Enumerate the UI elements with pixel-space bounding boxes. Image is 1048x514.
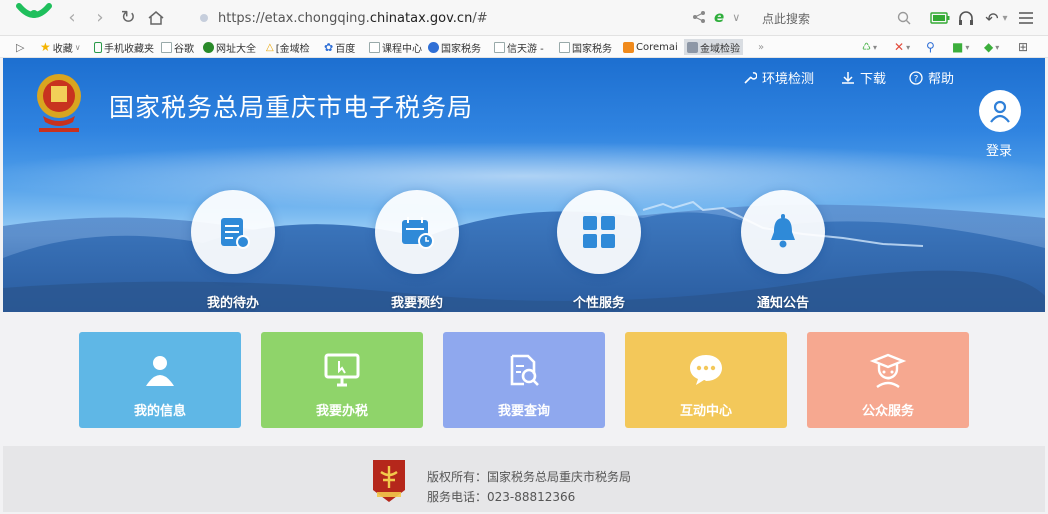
env-check-link[interactable]: 环境检测 [743,68,814,87]
ie-mode-icon[interactable]: e [714,8,724,26]
star-icon: ★ [40,40,51,54]
todo-list-icon [221,218,250,249]
address-input[interactable]: https://etax.chongqing.chinatax.gov.cn/# [182,6,722,30]
paw-icon: ✿ [324,40,334,54]
search-input[interactable]: 点此搜索 [762,10,810,27]
refresh-icon[interactable]: ↻ [118,8,138,28]
search-icon[interactable] [896,10,912,26]
download-link[interactable]: 下载 [841,68,886,87]
bookmark-item[interactable]: 网址大全 [203,39,256,55]
grid-icon [583,216,615,248]
bookmark-item[interactable]: 信天游 - [494,39,544,55]
tile-label: 我要查询 [497,404,550,419]
party-badge-logo [373,460,405,502]
tile-label: 互动中心 [679,404,732,419]
footer: 版权所有：国家税务总局重庆市税务局 服务电话：023-88812366 [3,446,1045,512]
doc-icon [494,41,505,53]
tile-query[interactable]: 我要查询 [443,332,605,428]
bookmark-item[interactable]: ★ 收藏 ∨ [40,39,81,55]
tile-label: 我要办税 [315,404,368,419]
my-todo-button[interactable] [191,190,275,274]
gamepad-icon[interactable]: ■ ▾ [952,39,969,55]
login-avatar-button[interactable] [979,90,1021,132]
menu-icon[interactable] [1016,9,1036,27]
site-info-icon[interactable] [200,14,208,22]
apps-grid-icon[interactable]: ⊞ [1018,39,1028,55]
browser-address-bar: ‹ › ↻ https://etax.chongqing.chinatax.go… [0,0,1048,36]
appointment-button[interactable] [375,190,459,274]
site-title: 国家税务总局重庆市电子税务局 [109,93,474,122]
chevron-down-icon[interactable]: ∨ [732,11,740,24]
download-icon [842,71,854,84]
tile-handle-tax[interactable]: 我要办税 [261,332,423,428]
close-tools-icon[interactable]: ✕ ▾ [894,39,910,55]
graduate-icon [869,353,907,388]
back-icon[interactable]: ‹ [62,8,82,28]
undo-icon[interactable]: ↶ [982,9,1002,28]
bookmarks-bar: ▷ ★ 收藏 ∨ 手机收藏夹 谷歌 网址大全 △ [金域检 ✿ 百度 课程中心 国家税务… [0,36,1048,58]
doc-icon [161,41,172,53]
bookmark-item[interactable]: △ [金域检 [266,39,310,55]
bookmark-item[interactable]: 国家税务 [559,39,612,55]
notice-label[interactable]: 通知公告 [723,292,843,311]
chat-bubble-icon [690,355,722,385]
notice-button[interactable] [741,190,825,274]
address-actions: e ∨ [692,8,740,26]
user-icon [146,356,174,386]
bookmark-item[interactable]: 金域检验 [684,39,743,55]
image-icon [687,41,698,53]
wrench-icon [744,71,757,84]
login-link[interactable]: 登录 [986,140,1012,159]
monitor-icon [324,353,360,387]
tile-label: 我的信息 [133,404,186,419]
bookmark-item[interactable]: 课程中心 [369,39,422,55]
more-bookmarks-icon[interactable]: » [758,39,764,55]
bookmark-item[interactable]: 谷歌 [161,39,194,55]
personal-service-label[interactable]: 个性服务 [539,292,659,311]
tile-interaction[interactable]: 互动中心 [625,332,787,428]
c-icon [623,41,634,53]
q-icon [428,41,439,53]
bookmark-item[interactable]: 国家税务 [428,39,481,55]
battery-icon[interactable] [930,9,950,27]
footer-copyright: 版权所有：国家税务总局重庆市税务局 [427,470,632,484]
globe-icon [203,41,214,53]
tile-public-service[interactable]: 公众服务 [807,332,969,428]
appointment-label[interactable]: 我要预约 [357,292,477,311]
help-icon: ? [909,70,923,85]
phone-icon [94,41,102,53]
browser-logo-icon[interactable] [16,2,52,30]
bell-icon [771,214,795,248]
tile-my-info[interactable]: 我的信息 [79,332,241,428]
bookmark-item[interactable]: 手机收藏夹 [94,39,154,55]
document-search-icon [510,354,539,386]
svg-text:?: ? [914,74,919,84]
footer-phone: 服务电话：023-88812366 [427,490,576,504]
sidebar-toggle-icon[interactable]: ▷ [16,39,24,55]
search-tool-icon[interactable]: ⚲ [926,39,935,55]
home-icon[interactable] [146,8,166,28]
chevron-down-icon: ∨ [74,42,81,52]
chevron-down-icon[interactable]: ▾ [1000,9,1010,27]
doc-icon [369,41,380,53]
tile-label: 公众服务 [861,404,914,419]
extension-icon[interactable]: ♺ ▾ [862,39,877,55]
personal-service-button[interactable] [557,190,641,274]
bookmark-item[interactable]: Coremai [623,39,678,55]
shield-icon[interactable]: ◆ ▾ [984,39,999,55]
bookmark-item[interactable]: ✿ 百度 [324,39,355,55]
share-icon[interactable] [692,10,706,24]
doc-icon [559,41,570,53]
triangle-icon: △ [266,41,274,53]
calendar-clock-icon [402,217,434,249]
help-link[interactable]: ? 帮助 [909,68,954,87]
headphones-icon[interactable] [956,9,976,27]
tax-emblem-logo [37,74,81,132]
url-text: https://etax.chongqing.chinatax.gov.cn/# [218,10,488,26]
forward-icon[interactable]: › [90,8,110,28]
user-icon [990,100,1010,123]
my-todo-label[interactable]: 我的待办 [173,292,293,311]
hero-banner: 国家税务总局重庆市电子税务局 环境检测 下载 ? 帮助 登录 我的待办 我要预约… [3,58,1045,312]
